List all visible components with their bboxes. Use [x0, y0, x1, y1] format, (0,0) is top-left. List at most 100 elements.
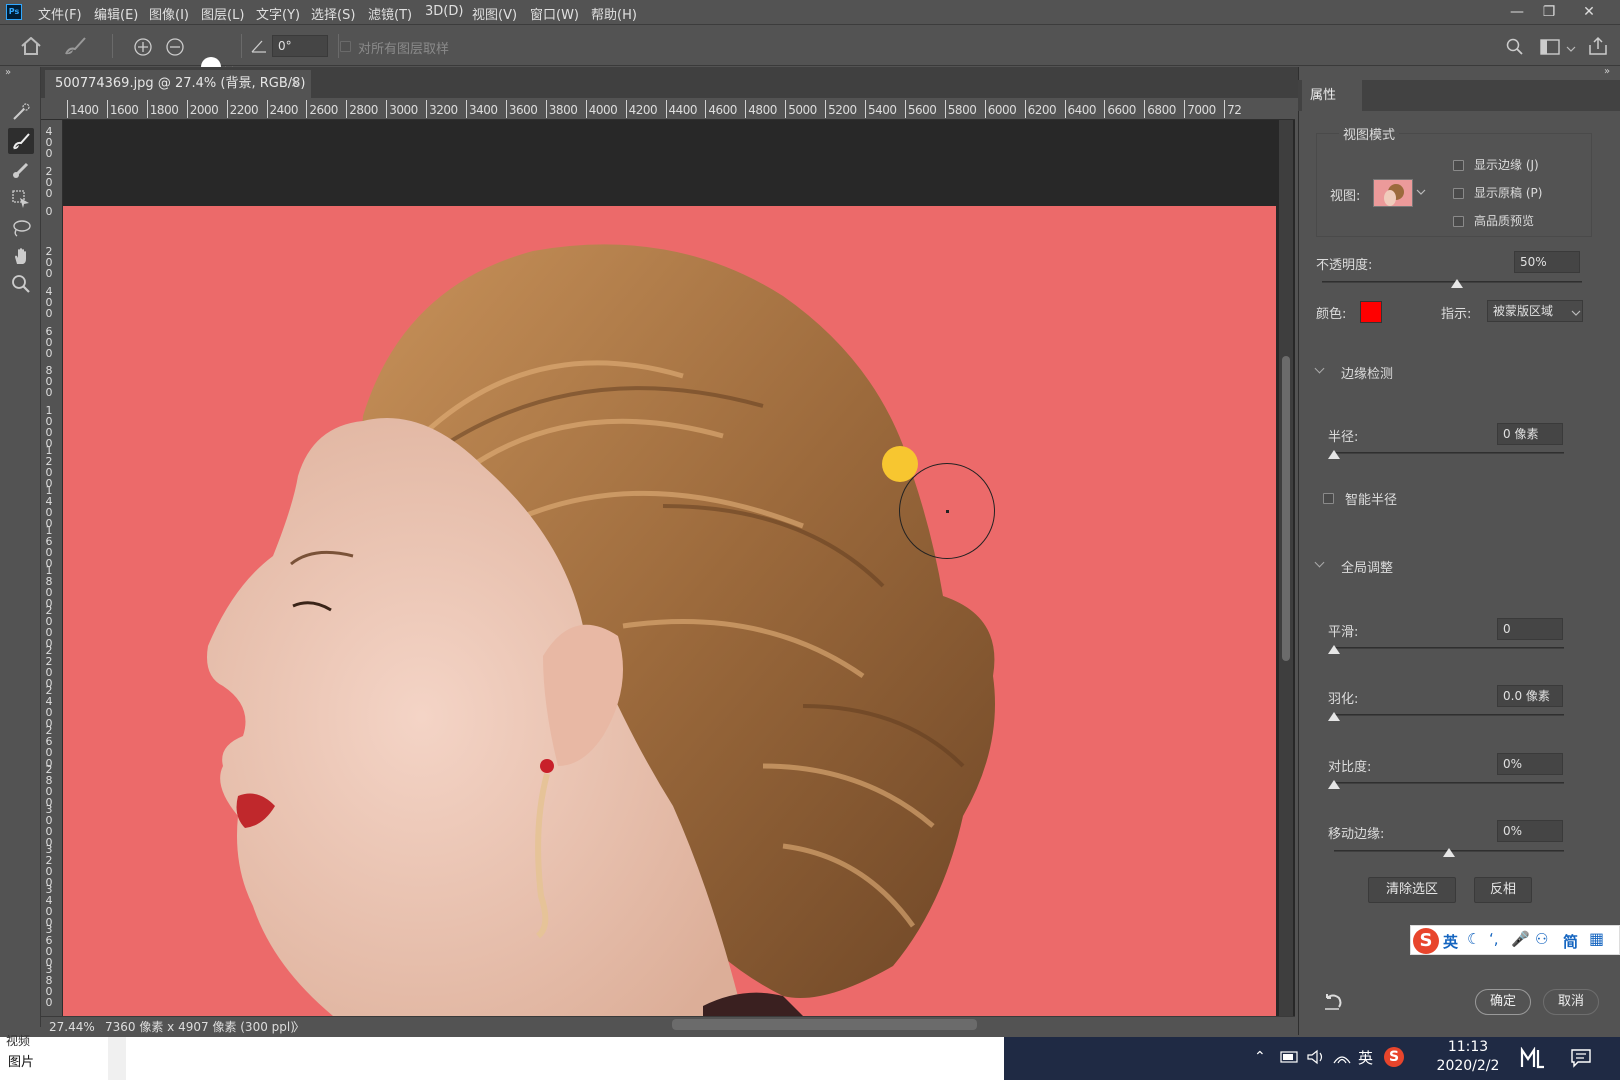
search-icon[interactable] — [1506, 38, 1524, 56]
tab-properties[interactable]: 属性 — [1302, 80, 1362, 111]
angle-input[interactable]: 0° — [272, 35, 328, 57]
reset-icon[interactable] — [1322, 992, 1344, 1012]
view-thumbnail[interactable] — [1373, 179, 1413, 207]
panel-collapse-icon[interactable]: » — [1604, 66, 1610, 77]
wifi-icon[interactable] — [1332, 1049, 1352, 1065]
horizontal-scroll-thumb[interactable] — [672, 1019, 977, 1030]
hand-icon[interactable] — [8, 243, 34, 269]
minimize-icon[interactable]: — — [1502, 2, 1532, 22]
menu-view[interactable]: 视图(V) — [472, 4, 517, 23]
invert-button[interactable]: 反相 — [1474, 877, 1532, 903]
chevron-down-icon[interactable] — [1566, 45, 1576, 53]
menu-file[interactable]: 文件(F) — [38, 4, 82, 23]
clock-date[interactable]: 2020/2/2 — [1428, 1058, 1508, 1074]
radius-slider-track[interactable] — [1334, 452, 1564, 454]
object-selection-icon[interactable] — [8, 186, 34, 212]
radius-slider-knob[interactable] — [1328, 450, 1340, 459]
workspace-icon[interactable] — [1540, 39, 1560, 55]
sogou-logo-icon[interactable]: S — [1413, 928, 1439, 954]
ime-simplified[interactable]: 简 — [1563, 931, 1578, 952]
shift-edge-input[interactable]: 0% — [1497, 820, 1563, 842]
zoom-level[interactable]: 27.44% — [49, 1017, 95, 1038]
smart-radius-checkbox[interactable] — [1323, 493, 1334, 504]
zoom-icon[interactable] — [8, 271, 34, 297]
ruler-label: 2600 — [309, 103, 338, 117]
feather-slider-knob[interactable] — [1328, 712, 1340, 721]
share-icon[interactable] — [1588, 36, 1608, 56]
brush-icon[interactable] — [8, 157, 34, 183]
sample-all-layers-checkbox[interactable] — [340, 41, 351, 52]
menu-help[interactable]: 帮助(H) — [591, 4, 637, 23]
menu-edit[interactable]: 编辑(E) — [94, 4, 138, 23]
opacity-slider-knob[interactable] — [1451, 279, 1464, 288]
menu-layer[interactable]: 图层(L) — [201, 4, 244, 23]
close-icon[interactable]: ✕ — [1574, 2, 1604, 22]
feather-slider-track[interactable] — [1334, 714, 1564, 716]
smooth-slider-knob[interactable] — [1328, 645, 1340, 654]
chevron-up-icon[interactable]: ⌃ — [1254, 1049, 1266, 1065]
menu-3d[interactable]: 3D(D) — [425, 4, 463, 19]
menu-select[interactable]: 选择(S) — [311, 4, 355, 23]
ruler-label: 400 — [45, 125, 53, 160]
sogou-tray-icon[interactable]: S — [1384, 1047, 1404, 1067]
status-arrow-icon[interactable]: 〉 — [293, 1017, 305, 1038]
feather-input[interactable]: 0.0 像素 — [1497, 685, 1563, 707]
user-icon[interactable]: ⚇ — [1535, 930, 1548, 948]
add-to-selection-icon[interactable] — [133, 37, 153, 57]
close-tab-icon[interactable]: × — [290, 70, 301, 98]
smooth-input[interactable]: 0 — [1497, 618, 1563, 640]
high-quality-checkbox[interactable] — [1453, 216, 1464, 227]
opacity-input[interactable]: 50% — [1514, 251, 1580, 273]
menu-type[interactable]: 文字(Y) — [256, 4, 300, 23]
microphone-icon[interactable]: 🎤 — [1511, 930, 1530, 948]
show-edge-checkbox[interactable] — [1453, 160, 1464, 171]
subtract-from-selection-icon[interactable] — [165, 37, 185, 57]
cancel-button[interactable]: 取消 — [1543, 989, 1599, 1015]
clock-time[interactable]: 11:13 — [1434, 1039, 1502, 1055]
volume-icon[interactable] — [1306, 1049, 1326, 1065]
chevron-down-icon[interactable] — [1416, 188, 1426, 196]
lasso-icon[interactable] — [8, 215, 34, 241]
document-image[interactable] — [63, 206, 1276, 1016]
edge-detection-title[interactable]: 边缘检测 — [1341, 363, 1393, 382]
shift-edge-slider-knob[interactable] — [1443, 848, 1455, 857]
contrast-slider-knob[interactable] — [1328, 780, 1340, 789]
ruler-tick — [545, 100, 547, 118]
chevron-down-icon[interactable] — [1571, 309, 1581, 317]
collapse-icon[interactable]: » — [5, 67, 11, 78]
ime-lang[interactable]: 英 — [1443, 931, 1458, 952]
battery-icon[interactable] — [1280, 1050, 1300, 1064]
moon-icon[interactable]: ☾ — [1467, 930, 1480, 948]
folder-pictures[interactable]: 图片 — [8, 1051, 34, 1070]
quick-selection-icon[interactable] — [8, 99, 34, 125]
explorer-scrollbar[interactable] — [108, 1037, 126, 1080]
home-icon[interactable] — [20, 37, 42, 55]
refine-edge-brush-icon[interactable] — [63, 35, 89, 57]
document-tab[interactable]: 500774369.jpg @ 27.4% (背景, RGB/8) × — [45, 70, 311, 98]
ok-button[interactable]: 确定 — [1475, 989, 1531, 1015]
notification-icon[interactable] — [1570, 1048, 1592, 1068]
app-logo-icon[interactable] — [1520, 1047, 1546, 1069]
menu-window[interactable]: 窗口(W) — [530, 4, 579, 23]
taskbar-ime[interactable]: 英 — [1358, 1047, 1373, 1068]
refine-edge-brush-icon[interactable] — [8, 128, 34, 154]
ruler-tick — [1144, 100, 1146, 118]
contrast-input[interactable]: 0% — [1497, 753, 1563, 775]
global-refine-title[interactable]: 全局调整 — [1341, 557, 1393, 576]
clear-selection-button[interactable]: 清除选区 — [1368, 877, 1456, 903]
punctuation-icon[interactable]: ‘, — [1489, 930, 1499, 948]
contrast-slider-track[interactable] — [1334, 782, 1564, 784]
overlay-color-swatch[interactable] — [1360, 301, 1382, 323]
vertical-scroll-thumb[interactable] — [1282, 356, 1290, 661]
menu-filter[interactable]: 滤镜(T) — [368, 4, 412, 23]
ruler-label: 2400 — [45, 683, 53, 730]
grid-icon[interactable]: ▦ — [1589, 929, 1604, 948]
folder-videos[interactable]: 视频 — [6, 1032, 30, 1049]
smooth-slider-track[interactable] — [1334, 647, 1564, 649]
show-original-checkbox[interactable] — [1453, 188, 1464, 199]
restore-icon[interactable]: ❐ — [1534, 2, 1564, 22]
radius-input[interactable]: 0 像素 — [1497, 423, 1563, 445]
menu-image[interactable]: 图像(I) — [149, 4, 189, 23]
ruler-label: 2800 — [349, 103, 378, 117]
indicate-select[interactable]: 被蒙版区域 — [1487, 300, 1583, 322]
